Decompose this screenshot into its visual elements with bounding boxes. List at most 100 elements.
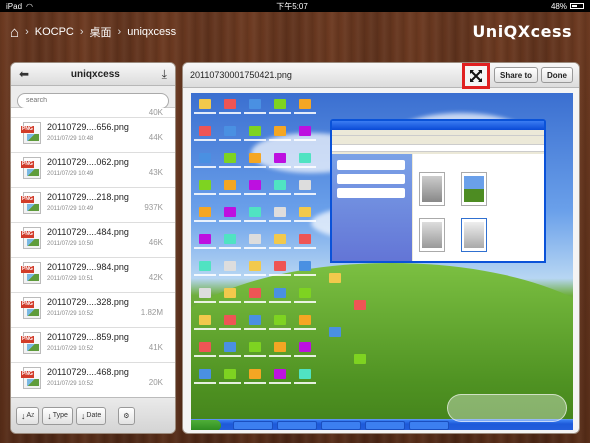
png-file-icon: PNG [21, 227, 41, 249]
share-to-button[interactable]: Share to [494, 67, 539, 83]
desktop-icon [299, 153, 311, 163]
sort-toolbar: ↓ A Z ↓ Type ↓ Date ⚙ [11, 397, 175, 433]
desktop-icon [199, 315, 211, 325]
file-list-item[interactable]: PNG 20110729....984.png 2011/07/29 10:51 42… [11, 258, 175, 293]
file-list-item[interactable]: PNG 20110729....484.png 2011/07/29 10:50 46… [11, 223, 175, 258]
start-button [191, 420, 221, 430]
desktop-icon [224, 99, 236, 109]
desktop-icon-label [269, 247, 291, 249]
file-date: 2011/07/29 10:50 [47, 241, 94, 247]
desktop-icon [249, 288, 261, 298]
thumbnail [419, 218, 445, 252]
arrow-down-icon: ↓ [47, 410, 52, 421]
desktop-icon-label [219, 328, 241, 330]
sidebar-block [337, 174, 405, 184]
desktop-icon-label [244, 274, 266, 276]
device-label: iPad [6, 1, 23, 11]
desktop-icon [329, 327, 341, 337]
file-size: 937K [144, 203, 163, 212]
desktop-icon-label [219, 112, 241, 114]
desktop-icon [249, 126, 261, 136]
window-address [332, 145, 544, 152]
chevron-right-icon: › [79, 26, 84, 38]
sidebar-block [337, 160, 405, 170]
desktop-icon [199, 342, 211, 352]
file-list: 40K PNG 20110729....656.png 2011/07/29 10:… [11, 108, 175, 399]
desktop-icon-label [294, 301, 316, 303]
arrow-down-icon: ↓ [80, 410, 86, 421]
desktop-icon-label [194, 166, 216, 168]
png-file-icon: PNG [21, 297, 41, 319]
desktop-icon [249, 180, 261, 190]
png-file-icon: PNG [21, 332, 41, 354]
file-browser-panel: ⬅ uniqxcess ⤓ 40K PNG 20110729....656.png… [10, 62, 176, 434]
file-name: 20110729....859.png [47, 332, 129, 342]
desktop-icon [224, 180, 236, 190]
file-list-item[interactable]: PNG 20110729....218.png 2011/07/29 10:49 93… [11, 188, 175, 223]
breadcrumb-item-uniqxcess[interactable]: uniqxcess [127, 26, 176, 38]
file-name: 20110729....656.png [47, 122, 129, 132]
desktop-icon-label [219, 301, 241, 303]
desktop-icon-label [219, 274, 241, 276]
desktop-icon-label [269, 139, 291, 141]
desktop-icon [224, 153, 236, 163]
desktop-icon [199, 207, 211, 217]
gear-icon: ⚙ [123, 412, 130, 420]
home-icon[interactable]: ⌂ [10, 24, 19, 41]
desktop-icon-label [194, 139, 216, 141]
desktop-icon-label [194, 247, 216, 249]
desktop-icon-label [244, 193, 266, 195]
desktop-icon [199, 261, 211, 271]
settings-button[interactable]: ⚙ [118, 406, 135, 425]
desktop-icon-label [219, 355, 241, 357]
window-toolbar [332, 136, 544, 145]
desktop-icon [299, 342, 311, 352]
taskbar-item [365, 421, 405, 430]
preview-panel: 20110730001750421.png Share to Done [182, 62, 580, 434]
file-size: 43K [148, 168, 163, 177]
breadcrumb-item-kocpc[interactable]: KOCPC [35, 26, 74, 38]
desktop-icon [249, 99, 261, 109]
done-button[interactable]: Done [541, 67, 573, 83]
desktop-icon-label [294, 274, 316, 276]
desktop-icon-label [194, 382, 216, 384]
desktop-icon [199, 99, 211, 109]
desktop-icon [274, 261, 286, 271]
file-list-item[interactable]: PNG 20110729....468.png 2011/07/29 10:52 20… [11, 363, 175, 398]
desktop-icon-label [219, 193, 241, 195]
folder-title: uniqxcess [70, 68, 120, 80]
desktop-icon [249, 261, 261, 271]
expand-icon [470, 70, 482, 82]
sort-az-button[interactable]: ↓ A Z [16, 406, 40, 425]
desktop-icon [224, 369, 236, 379]
file-date: 2011/07/29 10:52 [47, 346, 94, 352]
file-list-item[interactable]: PNG 20110729....062.png 2011/07/29 10:49 43… [11, 153, 175, 188]
file-list-item[interactable]: PNG 20110729....859.png 2011/07/29 10:52 41… [11, 328, 175, 363]
breadcrumb: ⌂ › KOCPC › 桌面 › uniqxcess [10, 24, 176, 41]
search-input[interactable] [17, 92, 169, 109]
watermark-logo [447, 394, 567, 422]
download-icon[interactable]: ⤓ [162, 67, 167, 82]
file-list-item[interactable]: PNG 20110729....656.png 2011/07/29 10:48 44… [11, 118, 175, 153]
breadcrumb-item-desktop[interactable]: 桌面 [90, 24, 112, 40]
desktop-icon [299, 288, 311, 298]
desktop-icon [274, 153, 286, 163]
png-file-icon: PNG [21, 367, 41, 389]
sort-type-button[interactable]: ↓ Type [42, 406, 73, 425]
desktop-icon [224, 288, 236, 298]
sort-date-button[interactable]: ↓ Date [75, 406, 107, 425]
desktop-icon [299, 261, 311, 271]
list-item[interactable]: 40K [11, 108, 175, 118]
back-arrow-icon[interactable]: ⬅ [19, 67, 29, 81]
explorer-window [330, 119, 546, 263]
fullscreen-button[interactable] [462, 63, 490, 89]
image-preview[interactable] [191, 93, 573, 430]
desktop-icon [199, 126, 211, 136]
taskbar-item [277, 421, 317, 430]
wifi-icon: ◠ [26, 1, 33, 11]
desktop-icon [274, 234, 286, 244]
window-content [413, 154, 544, 261]
file-list-item[interactable]: PNG 20110729....328.png 2011/07/29 10:52 1.… [11, 293, 175, 328]
desktop-icon [224, 315, 236, 325]
desktop-icon-label [194, 220, 216, 222]
